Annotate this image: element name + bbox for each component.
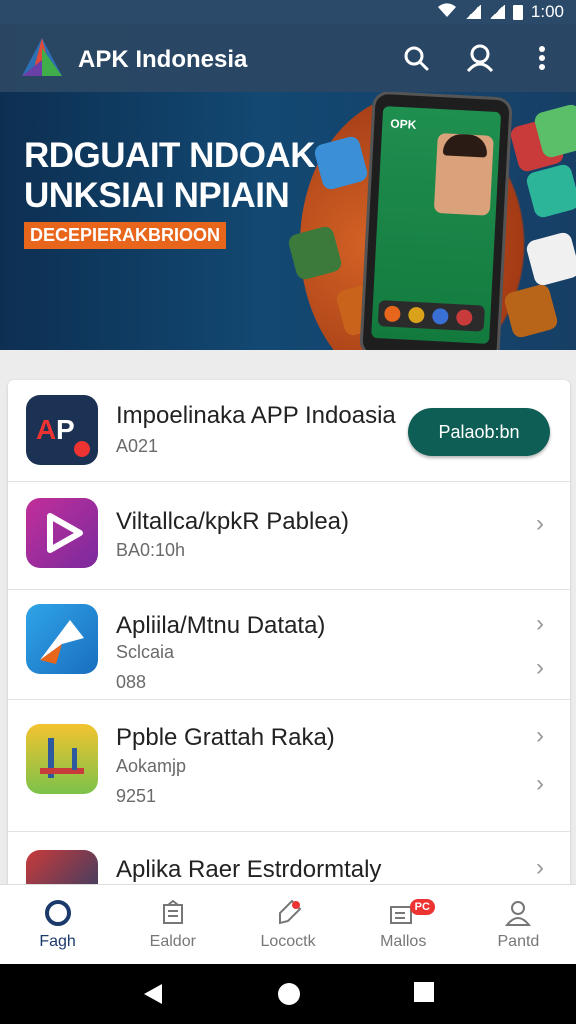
list-item[interactable]: Viltallca/kpkR Pablea) BA0:10h ›	[8, 482, 570, 590]
search-button[interactable]	[396, 38, 436, 78]
back-icon[interactable]	[142, 982, 164, 1006]
app-subtitle: A021	[116, 436, 159, 456]
user-icon	[466, 44, 494, 73]
nav-item-folder[interactable]: Ealdor	[115, 885, 230, 964]
chevron-right-icon: ›	[536, 510, 544, 537]
banner-tag: DECEPIERAKBRIOON	[24, 222, 227, 249]
chevron-right-icon: ›	[536, 854, 544, 881]
person-photo	[433, 132, 494, 216]
notification-badge: PC	[409, 899, 435, 915]
tag-icon	[279, 899, 302, 925]
nav-label: Fagh	[39, 933, 76, 950]
nav-item-home[interactable]: Fagh	[0, 885, 115, 964]
app-subtitle: Sclcaia	[116, 642, 175, 662]
list-item[interactable]: A P Impoelinaka APP Indoasia A021 Palaob…	[8, 380, 570, 482]
bottom-navigation: Fagh Ealdor Lococtk PC Mallos Pantd	[0, 884, 576, 964]
app-icon-apk: A P	[26, 395, 98, 465]
app-title: Viltallca/kpkR Pablea)	[116, 508, 350, 535]
app-icon-play	[26, 498, 98, 568]
app-title: APK Indonesia	[78, 46, 248, 73]
banner-headline-1: RDGUAIT NDOAK	[24, 136, 315, 175]
more-options-button[interactable]	[522, 38, 562, 78]
app-tile-icon	[524, 230, 576, 288]
wifi-icon	[437, 2, 457, 23]
list-item[interactable]: Ppble Grattah Raka) Aokamjp 9251 › ›	[8, 700, 570, 832]
app-icon-playground	[26, 724, 98, 794]
signal-icon-2	[488, 5, 505, 19]
app-list: A P Impoelinaka APP Indoasia A021 Palaob…	[8, 380, 570, 900]
person-icon	[505, 901, 532, 926]
nav-item-profile[interactable]: Pantd	[461, 885, 576, 964]
system-navigation-bar	[0, 964, 576, 1024]
svg-text:A: A	[36, 414, 56, 445]
install-button[interactable]: Palaob:bn	[408, 408, 550, 456]
account-button[interactable]	[460, 38, 500, 78]
nav-label: Pantd	[497, 933, 540, 950]
recents-icon[interactable]	[414, 982, 434, 1002]
chevron-right-icon: ›	[536, 722, 544, 749]
nav-item-mail[interactable]: PC Mallos	[346, 885, 461, 964]
more-vert-icon	[539, 46, 545, 70]
chevron-right-icon: ›	[536, 770, 544, 797]
apk-logo-icon	[22, 38, 62, 76]
app-meta: 9251	[116, 786, 157, 806]
nav-item-tag[interactable]: Lococtk	[230, 885, 345, 964]
signal-icon	[464, 5, 481, 19]
app-meta: 088	[116, 672, 147, 692]
app-subtitle: BA0:10h	[116, 540, 186, 560]
app-title: Impoelinaka APP Indoasia	[116, 402, 396, 429]
svg-text:P: P	[56, 414, 75, 445]
app-tile-icon	[524, 162, 576, 220]
nav-label: Lococtk	[260, 933, 316, 950]
chevron-right-icon: ›	[536, 654, 544, 681]
status-bar: 1:00	[0, 0, 576, 24]
home-ring-icon	[44, 900, 71, 926]
banner-headline-2: UNKSIAI NPIAIN	[24, 176, 290, 215]
search-icon	[404, 46, 429, 71]
app-title: Ppble Grattah Raka)	[116, 724, 335, 751]
app-tile-icon	[502, 282, 560, 340]
list-item[interactable]: Apliila/Mtnu Datata) Sclcaia 088 › ›	[8, 590, 570, 700]
app-icon-arrow	[26, 604, 98, 674]
phone-dock	[377, 300, 485, 332]
app-subtitle: Aokamjp	[116, 756, 187, 776]
status-time: 1:00	[530, 2, 564, 21]
battery-icon	[512, 4, 523, 20]
nav-label: Mallos	[380, 933, 427, 950]
app-title: Apliila/Mtnu Datata)	[116, 612, 326, 639]
home-icon[interactable]	[277, 982, 301, 1006]
nav-label: Ealdor	[149, 933, 196, 950]
phone-illustration: OPK	[359, 90, 513, 350]
app-bar: APK Indonesia	[0, 24, 576, 92]
phone-screen-text: OPK	[389, 116, 417, 132]
chevron-right-icon: ›	[536, 610, 544, 637]
folder-icon	[162, 899, 183, 924]
app-title: Aplika Raer Estrdormtaly	[116, 856, 382, 883]
